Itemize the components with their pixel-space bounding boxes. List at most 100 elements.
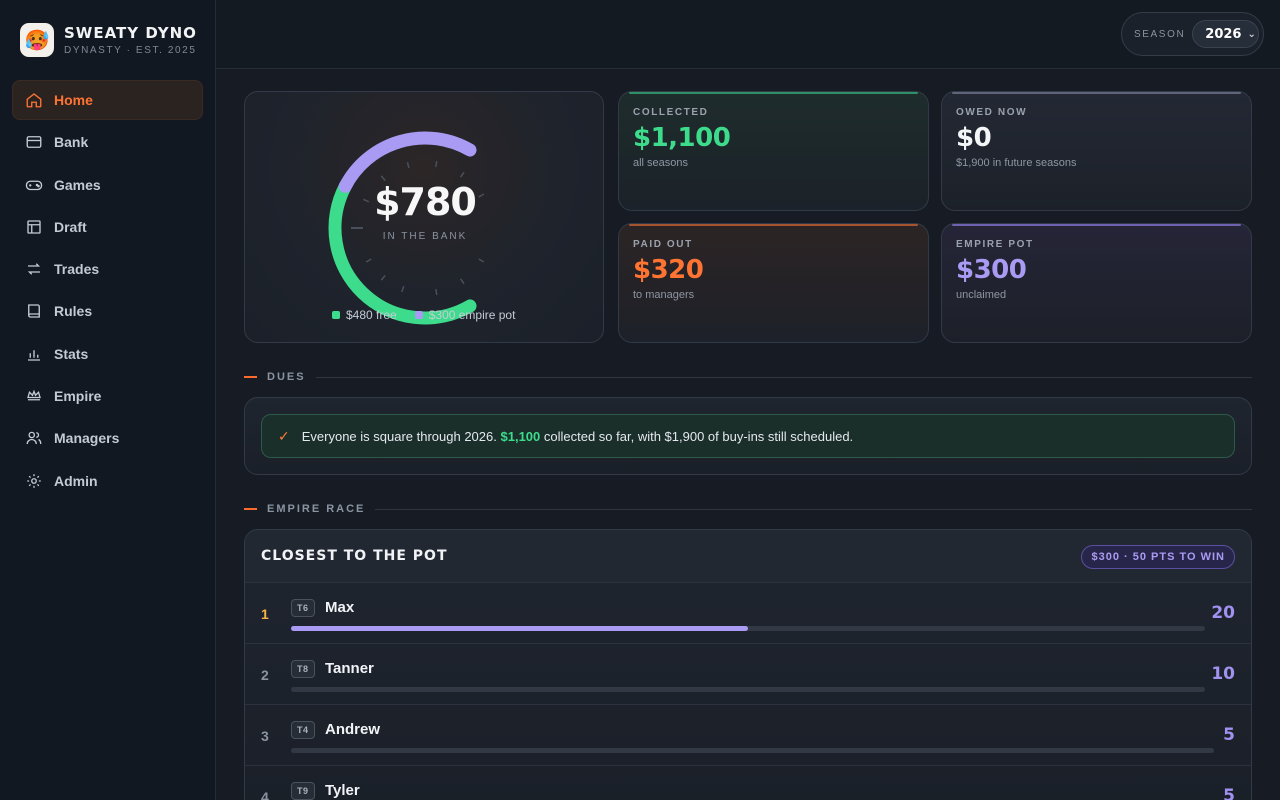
card-accent: [629, 92, 918, 94]
stat-note: $1,900 in future seasons: [956, 157, 1077, 169]
season-select[interactable]: 2026 ⌄: [1192, 20, 1260, 48]
card-accent: [629, 224, 918, 226]
list-item[interactable]: 2 T8 Tanner 10: [245, 644, 1251, 705]
team-tag: T9: [291, 782, 315, 800]
sidebar-item-admin[interactable]: Admin: [12, 461, 203, 501]
stat-value: $320: [633, 255, 704, 285]
empire-card-header: CLOSEST TO THE POT $300 · 50 PTS TO WIN: [245, 530, 1251, 583]
users-icon: [26, 432, 42, 445]
check-icon: ✓: [278, 427, 290, 444]
points: 20: [1211, 603, 1235, 623]
gamepad-icon: [25, 180, 43, 190]
rank: 4: [261, 789, 269, 800]
stat-label: PAID OUT: [633, 239, 693, 250]
sidebar-item-empire[interactable]: Empire: [12, 376, 203, 416]
sidebar-item-label: Managers: [54, 430, 120, 447]
list-item[interactable]: 3 T4 Andrew 5: [245, 705, 1251, 766]
sidebar-item-label: Draft: [54, 218, 87, 235]
card-accent: [952, 92, 1241, 94]
sidebar-nav: Home Bank Games Draft Trades Rules Stats: [12, 80, 203, 503]
bank-legend: $480 free $300 empire pot: [332, 308, 533, 322]
empire-section-header: EMPIRE RACE: [244, 503, 1252, 515]
bank-label: IN THE BANK: [382, 231, 468, 242]
stat-label: COLLECTED: [633, 107, 709, 118]
sidebar-item-managers[interactable]: Managers: [12, 418, 203, 458]
stat-value: $0: [956, 123, 992, 153]
rank: 1: [261, 606, 269, 622]
gauge-tick: [459, 171, 465, 178]
stat-note: to managers: [633, 289, 695, 301]
sidebar-item-label: Empire: [54, 388, 102, 405]
owed-card: OWED NOW $0 $1,900 in future seasons: [941, 91, 1252, 211]
progress-track: [291, 687, 1205, 692]
sidebar-item-draft[interactable]: Draft: [12, 207, 203, 247]
sidebar-item-bank[interactable]: Bank: [12, 122, 203, 162]
stat-label: EMPIRE POT: [956, 239, 1034, 250]
legend-item-pot: $300 empire pot: [414, 308, 516, 322]
chevron-down-icon: ⌄: [1247, 28, 1256, 40]
sidebar-item-label: Stats: [54, 345, 89, 362]
manager-name: Tanner: [325, 660, 374, 677]
legend-swatch-pot: [414, 310, 423, 319]
sidebar-item-stats[interactable]: Stats: [12, 334, 203, 374]
logo: 🥵: [20, 23, 54, 57]
list-item[interactable]: 1 T6 Max 20: [245, 583, 1251, 644]
empire-prize-badge: $300 · 50 PTS TO WIN: [1081, 545, 1235, 569]
team-tag: T4: [291, 721, 315, 739]
empire-card-title: CLOSEST TO THE POT: [261, 548, 448, 564]
gauge-tick: [459, 278, 465, 285]
points: 5: [1223, 725, 1235, 745]
top-bar: SEASON 2026 ⌄: [216, 0, 1280, 69]
dues-message-post: collected so far, with $1,900 of buy-ins…: [543, 428, 854, 444]
season-selector: SEASON 2026 ⌄: [1121, 12, 1264, 56]
section-dash: [244, 508, 257, 510]
section-dash: [244, 376, 257, 378]
team-tag: T6: [291, 599, 315, 617]
empire-pot-card: EMPIRE POT $300 unclaimed: [941, 223, 1252, 343]
sidebar-item-rules[interactable]: Rules: [12, 291, 203, 331]
sidebar-item-trades[interactable]: Trades: [12, 249, 203, 289]
stat-value: $300: [956, 255, 1027, 285]
empire-race-card: CLOSEST TO THE POT $300 · 50 PTS TO WIN …: [244, 529, 1252, 800]
section-divider: [315, 376, 1252, 378]
gauge-tick: [401, 286, 405, 293]
collected-card: COLLECTED $1,100 all seasons: [618, 91, 929, 211]
sidebar: 🥵 SWEATY DYNO DYNASTY · EST. 2025 Home B…: [0, 0, 216, 800]
points: 10: [1211, 664, 1235, 684]
sidebar-item-label: Bank: [54, 134, 89, 151]
brand-name: SWEATY DYNO: [64, 24, 197, 42]
main-content: $780 IN THE BANK $480 free $300 empire p…: [216, 70, 1280, 800]
brand[interactable]: 🥵 SWEATY DYNO DYNASTY · EST. 2025: [20, 23, 197, 57]
sidebar-item-home[interactable]: Home: [12, 80, 203, 120]
dues-collected-amount: $1,100: [500, 428, 541, 444]
rank: 3: [261, 728, 269, 744]
sidebar-item-label: Admin: [54, 472, 98, 489]
team-tag: T8: [291, 660, 315, 678]
home-icon: [26, 93, 42, 108]
section-title: DUES: [267, 371, 306, 383]
legend-label: $300 empire pot: [428, 308, 516, 322]
gauge-tick: [365, 258, 372, 263]
season-label: SEASON: [1134, 28, 1186, 40]
points: 5: [1223, 786, 1235, 800]
sidebar-item-games[interactable]: Games: [12, 165, 203, 205]
gauge-tick: [380, 275, 386, 281]
section-title: EMPIRE RACE: [267, 503, 366, 515]
gauge-tick: [435, 160, 438, 168]
progress-fill: [291, 626, 748, 631]
bank-amount: $780: [374, 180, 477, 224]
list-item[interactable]: 4 T9 Tyler 5: [245, 766, 1251, 800]
brand-subtitle: DYNASTY · EST. 2025: [64, 45, 197, 56]
paid-out-card: PAID OUT $320 to managers: [618, 223, 929, 343]
wallet-icon: [26, 136, 42, 149]
dues-card: ✓ Everyone is square through 2026. $1,10…: [244, 397, 1252, 475]
sidebar-item-label: Rules: [54, 303, 93, 320]
dues-section-header: DUES: [244, 371, 1252, 383]
season-value: 2026: [1205, 26, 1242, 42]
dues-message: Everyone is square through 2026. $1,100 …: [302, 429, 853, 444]
progress-track: [291, 626, 1205, 631]
gear-icon: [27, 473, 41, 488]
grid-icon: [27, 220, 41, 234]
empire-standings-list: 1 T6 Max 20 2 T8 Tanner 10 3 T4 Andrew 5: [245, 583, 1251, 800]
bar-chart-icon: [28, 350, 40, 361]
